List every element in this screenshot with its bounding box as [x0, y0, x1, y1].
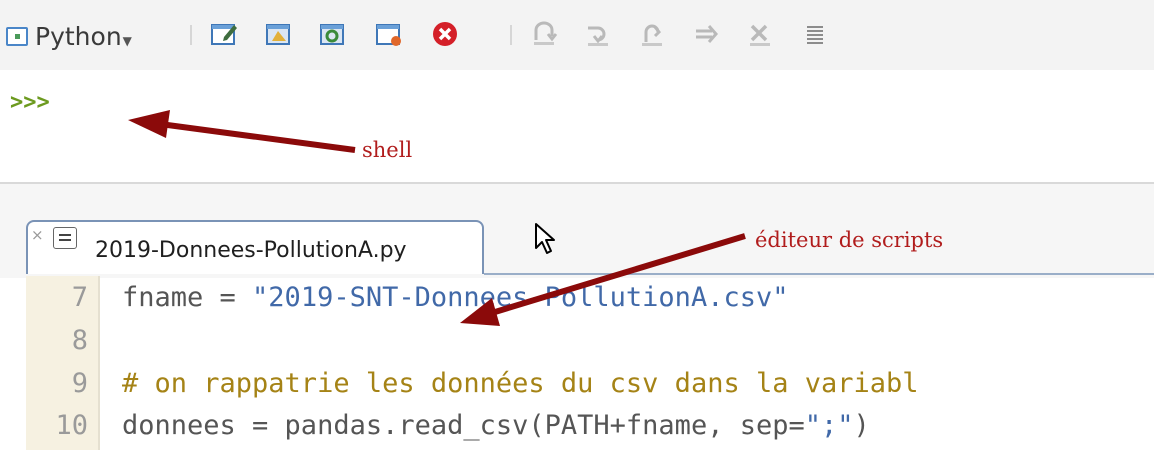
- new-file-button[interactable]: [208, 20, 242, 48]
- step-into-button[interactable]: [528, 20, 560, 48]
- open-file-icon: [266, 24, 290, 45]
- code-string: ";": [804, 410, 854, 441]
- chevron-down-icon: ▼: [122, 33, 132, 48]
- list-button[interactable]: [800, 20, 830, 48]
- python-shell[interactable]: [0, 70, 1154, 180]
- code-line[interactable]: donnees = pandas.read_csv(PATH+fname, se…: [122, 410, 870, 441]
- list-icon: [807, 26, 823, 44]
- tab-bar-border: [484, 273, 1154, 275]
- line-number: 8: [71, 325, 88, 356]
- mouse-pointer-icon: [535, 223, 555, 254]
- code-comment: # on rappatrie les données du csv dans l…: [122, 368, 919, 399]
- shell-prompt: >>>: [10, 90, 50, 115]
- stop-button[interactable]: [428, 20, 462, 48]
- file-icon: [53, 227, 77, 249]
- clear-breakpoints-icon: [750, 24, 770, 46]
- open-file-button[interactable]: [262, 20, 296, 48]
- step-out-button[interactable]: [636, 20, 668, 48]
- reload-button[interactable]: [316, 20, 350, 48]
- reload-icon: [320, 24, 344, 45]
- toolbar: [0, 0, 1154, 70]
- toolbar-separator: [190, 25, 192, 45]
- shell-annotation: shell: [362, 138, 413, 162]
- code-text: donnees = pandas.read_csv(PATH+fname, se…: [122, 410, 805, 441]
- clear-breakpoints-button[interactable]: [744, 20, 776, 48]
- step-over-button[interactable]: [582, 20, 614, 48]
- code-line[interactable]: # on rappatrie les données du csv dans l…: [122, 368, 919, 399]
- language-selector[interactable]: Python ▼: [6, 22, 132, 51]
- tab-label: 2019-Donnees-PollutionA.py: [95, 238, 407, 263]
- gutter-separator: [98, 276, 100, 450]
- save-button[interactable]: [372, 20, 406, 48]
- code-string: "2019-SNT-Donnees-PollutionA.csv": [252, 282, 789, 313]
- code-text: fname =: [122, 282, 253, 313]
- code-line[interactable]: fname = "2019-SNT-Donnees-PollutionA.csv…: [122, 282, 788, 313]
- tab-close-icon[interactable]: ×: [31, 226, 44, 244]
- line-number: 7: [71, 282, 88, 313]
- new-file-icon: [211, 24, 237, 45]
- step-over-icon: [588, 26, 608, 46]
- continue-button[interactable]: [690, 20, 722, 48]
- toolbar-separator: [510, 25, 512, 45]
- line-number: 10: [55, 410, 88, 441]
- continue-icon: [696, 25, 718, 43]
- step-out-icon: [642, 24, 662, 46]
- editor-annotation: éditeur de scripts: [755, 228, 944, 252]
- line-number: 9: [71, 368, 88, 399]
- save-icon: [376, 24, 401, 46]
- language-label: Python: [35, 22, 122, 51]
- code-text: ): [853, 410, 870, 441]
- step-into-icon: [534, 21, 558, 45]
- stop-icon: [433, 22, 457, 46]
- console-icon: [6, 27, 28, 46]
